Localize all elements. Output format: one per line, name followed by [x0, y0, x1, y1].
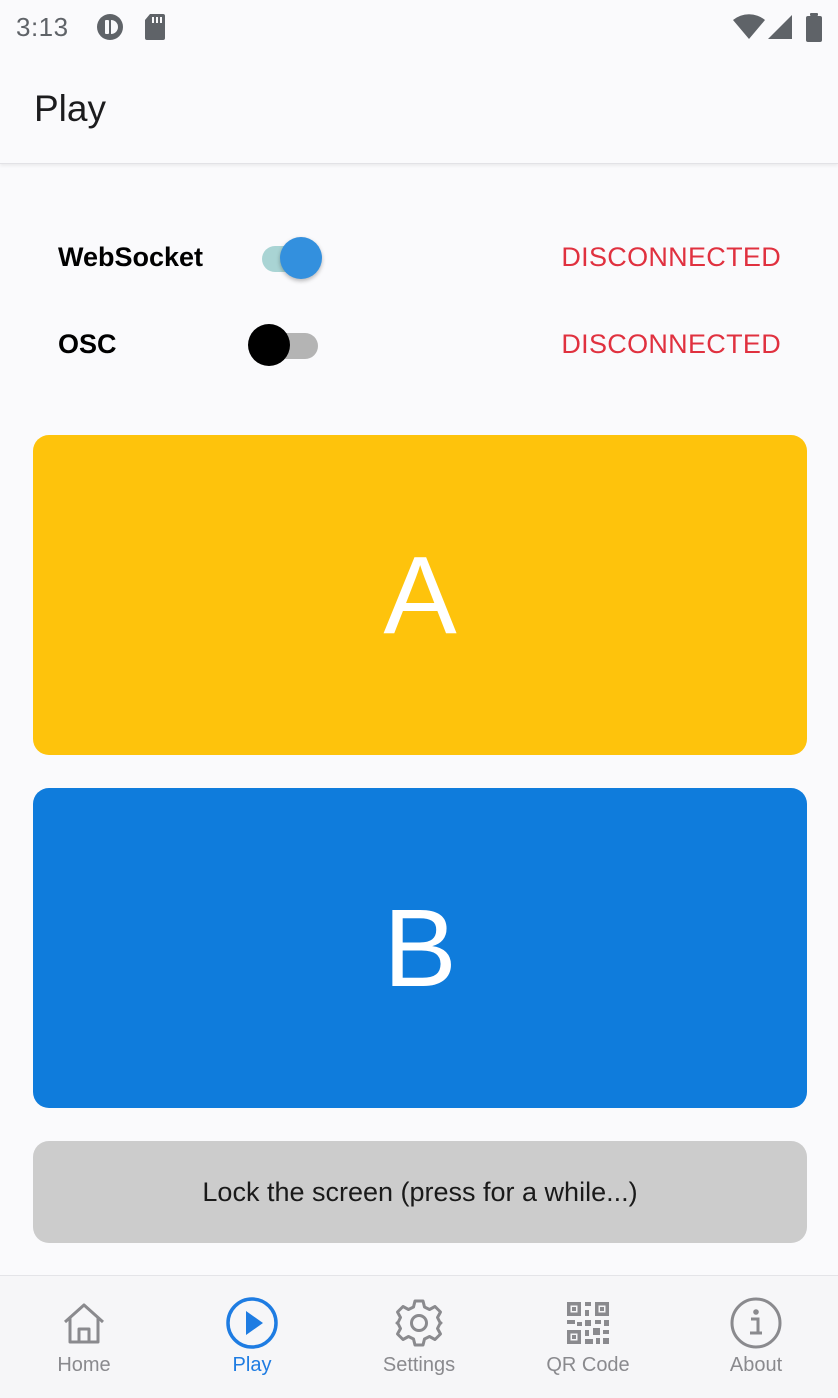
wifi-icon	[732, 13, 766, 46]
button-a-label: A	[383, 533, 457, 657]
status-bar: 3:13	[0, 0, 838, 54]
bottom-navigation: Home Play Settings QR Code About	[0, 1275, 838, 1398]
button-b[interactable]: B	[33, 788, 807, 1108]
osc-status: DISCONNECTED	[561, 329, 781, 359]
nav-label-home: Home	[57, 1354, 111, 1376]
nav-label-play: Play	[232, 1354, 272, 1376]
info-icon	[729, 1296, 783, 1350]
status-time: 3:13	[16, 12, 69, 42]
lock-screen-button[interactable]: Lock the screen (press for a while...)	[33, 1141, 807, 1243]
qr-code-icon	[561, 1296, 615, 1350]
gear-icon	[392, 1296, 446, 1350]
battery-icon	[805, 13, 823, 48]
sd-card-icon	[144, 13, 166, 46]
osc-toggle[interactable]	[248, 323, 332, 367]
cell-signal-icon	[766, 13, 794, 46]
nav-item-qr-code[interactable]: QR Code	[504, 1276, 672, 1398]
lock-screen-label: Lock the screen (press for a while...)	[202, 1176, 638, 1207]
nav-item-settings[interactable]: Settings	[335, 1276, 503, 1398]
play-circle-icon	[225, 1296, 279, 1350]
websocket-toggle[interactable]	[248, 236, 332, 280]
websocket-label: WebSocket	[58, 242, 204, 272]
nav-item-about[interactable]: About	[672, 1276, 838, 1398]
websocket-status: DISCONNECTED	[561, 242, 781, 272]
app-bar: Play	[0, 54, 838, 164]
page-title: Play	[34, 88, 106, 129]
websocket-row: WebSocket DISCONNECTED	[0, 228, 838, 288]
switch-thumb	[280, 237, 322, 279]
osc-label: OSC	[58, 329, 117, 359]
osc-row: OSC DISCONNECTED	[0, 315, 838, 375]
nav-label-qr-code: QR Code	[546, 1354, 630, 1376]
nav-label-settings: Settings	[382, 1354, 456, 1376]
app-notification-icon	[96, 13, 124, 46]
home-icon	[57, 1296, 111, 1350]
button-b-label: B	[383, 886, 457, 1010]
nav-label-about: About	[729, 1354, 783, 1376]
nav-item-home[interactable]: Home	[0, 1276, 168, 1398]
nav-item-play[interactable]: Play	[168, 1276, 336, 1398]
play-screen: 3:13 Play WebSocket DISCONNECTED OSC DIS…	[0, 0, 838, 1398]
button-a[interactable]: A	[33, 435, 807, 755]
switch-thumb	[248, 324, 290, 366]
